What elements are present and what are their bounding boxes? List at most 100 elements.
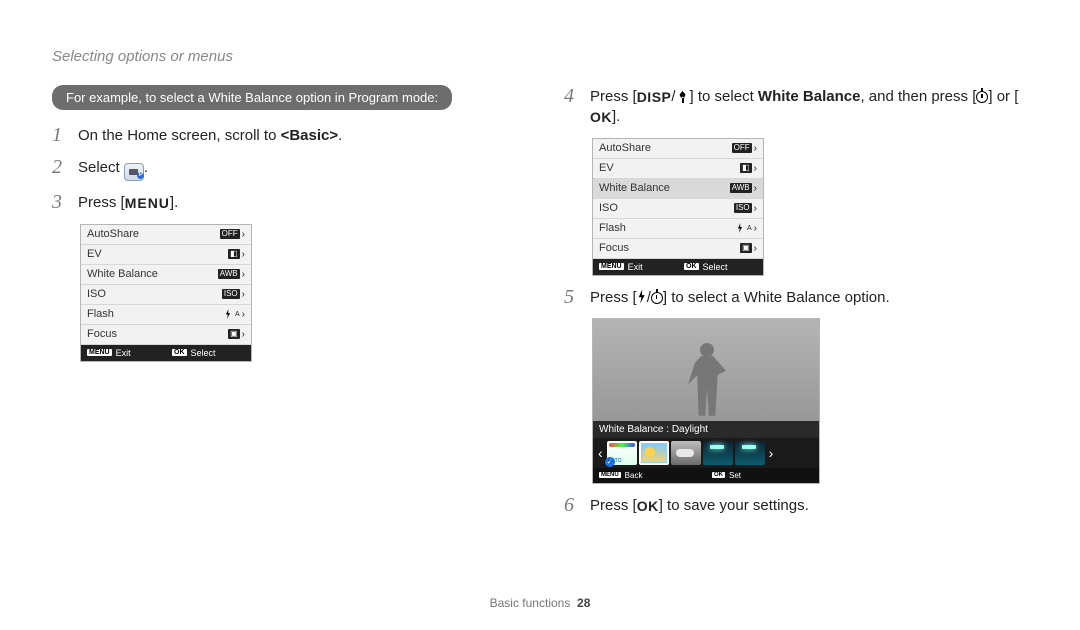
text: Press [ — [590, 289, 637, 306]
step-4: 4 Press [DISP/] to select White Balance,… — [564, 85, 1028, 128]
preview-scene — [593, 319, 819, 421]
page-number: 28 — [577, 596, 590, 610]
text: Press [ — [590, 497, 637, 514]
label: White Balance — [87, 268, 158, 280]
step-number: 5 — [564, 286, 580, 308]
menu-row-focus: Focus ▣› — [81, 325, 251, 345]
content-columns: For example, to select a White Balance o… — [52, 85, 1028, 526]
step-text: Press [DISP/] to select White Balance, a… — [590, 85, 1028, 128]
wb-option-cloudy — [671, 441, 701, 465]
footer-section: Basic functions — [490, 596, 571, 610]
menu-row-wb: White Balance AWB› — [81, 265, 251, 285]
step-text: Press [OK] to save your settings. — [590, 494, 809, 516]
wb-preview-screenshot: White Balance : Daylight ‹ ✓ › MENUBack … — [592, 318, 820, 484]
text: Press [ — [78, 194, 125, 211]
menu-bottom-bar: MENUExit OKSelect — [593, 259, 763, 275]
step-text: Press [MENU]. — [78, 191, 178, 213]
camera-menu-screenshot-highlighted: AutoShare OFF› EV ◧› White Balance AWB› … — [592, 138, 764, 276]
set-label: Set — [729, 471, 741, 480]
menu-row-autoshare: AutoShare OFF› — [81, 225, 251, 245]
label: EV — [599, 162, 614, 174]
wb-option-fluorescent-h — [703, 441, 733, 465]
label: White Balance — [599, 182, 670, 194]
menu-row-wb-selected: White Balance AWB› — [593, 179, 763, 199]
macro-icon — [676, 91, 690, 103]
disp-button-glyph: DISP — [637, 88, 672, 107]
bold: White Balance — [758, 88, 861, 105]
menu-bottom-bar: MENUExit OKSelect — [81, 345, 251, 361]
wb-label: White Balance : Daylight — [593, 421, 819, 438]
step-text: Press [/] to select a White Balance opti… — [590, 286, 890, 308]
value-icon: ▣› — [228, 329, 245, 340]
value-icon: ◧› — [228, 249, 245, 260]
text: On the Home screen, scroll to — [78, 127, 281, 144]
label: EV — [87, 248, 102, 260]
text: ] or [ — [988, 88, 1018, 105]
ok-tag: OK — [172, 349, 187, 356]
menu-row-focus: Focus ▣› — [593, 239, 763, 259]
text: , and then press [ — [860, 88, 976, 105]
program-mode-icon: P — [124, 163, 144, 181]
menu-row-iso: ISO ISO› — [593, 199, 763, 219]
step-3: 3 Press [MENU]. — [52, 191, 516, 213]
step-number: 2 — [52, 156, 68, 178]
wb-bottom-bar: MENUBack OKSet — [593, 468, 819, 483]
text: . — [144, 159, 148, 176]
label: Flash — [599, 222, 626, 234]
step-number: 4 — [564, 85, 580, 107]
back-label: Back — [625, 471, 643, 480]
text: ] to save your settings. — [659, 497, 809, 514]
step-text: Select P. — [78, 156, 148, 181]
value-icon: ISO› — [222, 289, 245, 300]
person-silhouette — [678, 343, 734, 421]
camera-menu-screenshot: AutoShare OFF› EV ◧› White Balance AWB› … — [80, 224, 252, 362]
text: ]. — [612, 108, 620, 125]
chevron-right-icon: › — [767, 445, 776, 461]
wb-option-auto: ✓ — [607, 441, 637, 465]
label: Focus — [87, 328, 117, 340]
example-callout: For example, to select a White Balance o… — [52, 85, 452, 110]
step-1: 1 On the Home screen, scroll to <Basic>. — [52, 124, 516, 146]
label: Focus — [599, 242, 629, 254]
label: Flash — [87, 308, 114, 320]
check-icon: ✓ — [605, 457, 615, 467]
text: Select — [78, 159, 124, 176]
chevron-left-icon: ‹ — [596, 445, 605, 461]
step-2: 2 Select P. — [52, 156, 516, 181]
page-title: Selecting options or menus — [52, 48, 1028, 65]
menu-row-ev: EV ◧› — [593, 159, 763, 179]
menu-row-iso: ISO ISO› — [81, 285, 251, 305]
menu-row-flash: Flash A› — [81, 305, 251, 325]
right-column: 4 Press [DISP/] to select White Balance,… — [564, 85, 1028, 526]
timer-icon — [976, 91, 988, 103]
bold: <Basic> — [281, 127, 339, 144]
label: ISO — [599, 202, 618, 214]
step-5: 5 Press [/] to select a White Balance op… — [564, 286, 1028, 308]
menu-button-glyph: MENU — [125, 194, 170, 213]
exit-label: Exit — [116, 348, 131, 358]
step-text: On the Home screen, scroll to <Basic>. — [78, 124, 342, 146]
text: Press [ — [590, 88, 637, 105]
value-icon: A› — [223, 307, 245, 321]
ok-button-glyph: OK — [637, 497, 659, 516]
label: AutoShare — [87, 228, 139, 240]
menu-row-flash: Flash A› — [593, 219, 763, 239]
label: AutoShare — [599, 142, 651, 154]
ok-button-glyph: OK — [590, 108, 612, 127]
timer-icon — [651, 292, 663, 304]
text: ]. — [170, 194, 178, 211]
menu-row-ev: EV ◧› — [81, 245, 251, 265]
text: ] to select a White Balance option. — [663, 289, 890, 306]
wb-options-strip: ‹ ✓ › — [593, 438, 819, 468]
menu-tag: MENU — [87, 349, 112, 356]
menu-row-autoshare: AutoShare OFF› — [593, 139, 763, 159]
text: ] to select — [690, 88, 758, 105]
wb-option-daylight-selected — [639, 441, 669, 465]
label: ISO — [87, 288, 106, 300]
page-footer: Basic functions 28 — [0, 596, 1080, 610]
value-icon: OFF› — [220, 229, 245, 240]
step-number: 6 — [564, 494, 580, 516]
wb-option-fluorescent-l — [735, 441, 765, 465]
text: . — [338, 127, 342, 144]
value-icon: AWB› — [218, 269, 245, 280]
